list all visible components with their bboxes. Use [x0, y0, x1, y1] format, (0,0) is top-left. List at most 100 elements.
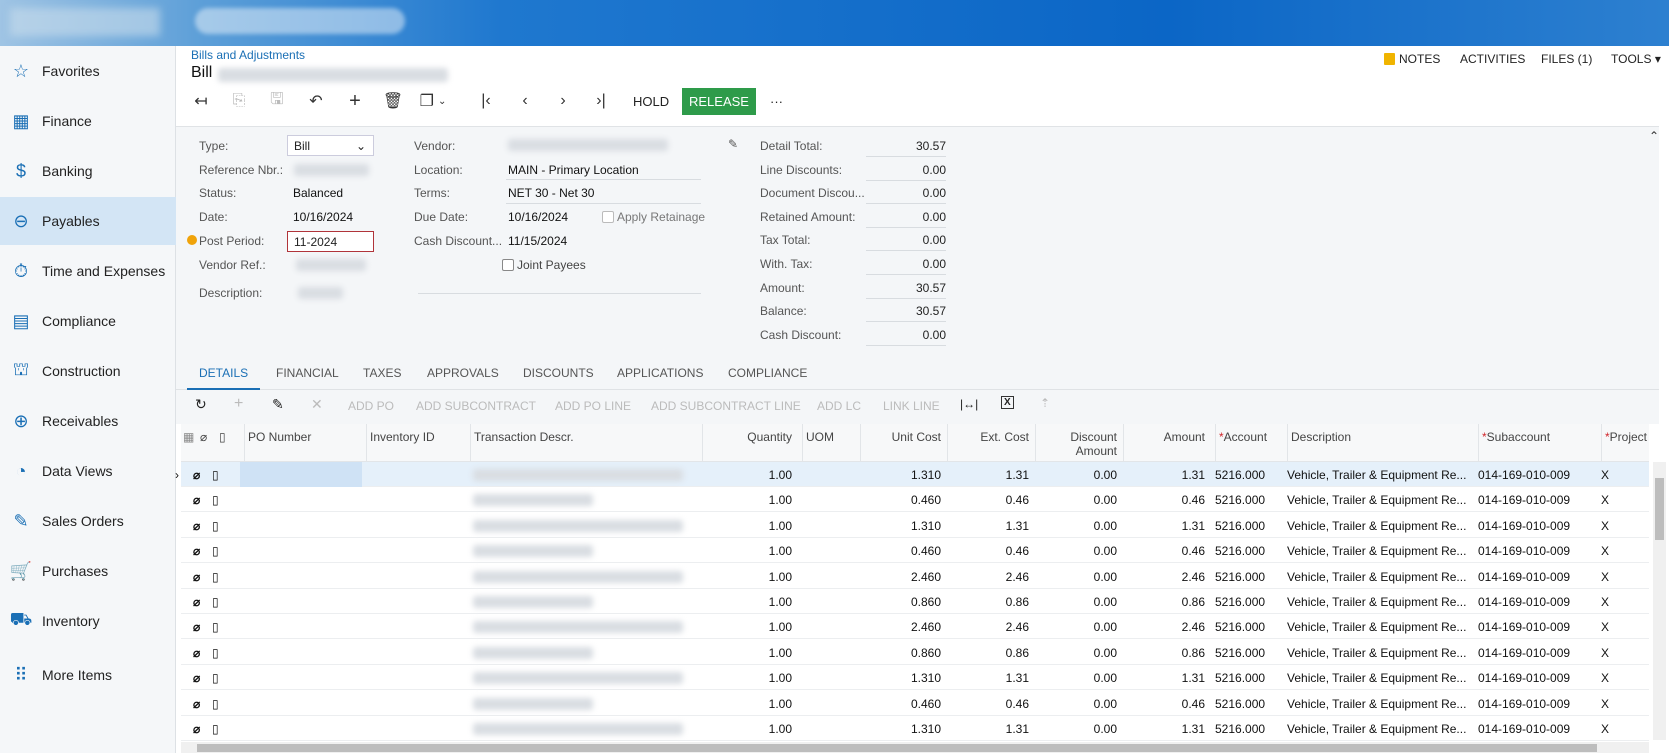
cell-amount[interactable]: 1.31	[1127, 519, 1205, 533]
add-row-icon[interactable]: +	[234, 395, 243, 413]
cell-unit-cost[interactable]: 0.460	[864, 493, 941, 507]
cell-description[interactable]: Vehicle, Trailer & Equipment Re...	[1287, 519, 1468, 533]
paperclip-icon[interactable]: ⌀	[193, 595, 200, 609]
cell-discount-amount[interactable]: 0.00	[1039, 646, 1117, 660]
cell-ext-cost[interactable]: 1.31	[951, 671, 1029, 685]
cell-quantity[interactable]: 1.00	[706, 595, 792, 609]
save-icon[interactable]: 🖫	[266, 90, 288, 112]
cell-unit-cost[interactable]: 1.310	[864, 468, 941, 482]
delete-icon[interactable]: 🗑	[382, 90, 404, 112]
note-icon[interactable]: ▯	[212, 646, 219, 660]
table-row[interactable]: ⌀ ▯ 1.00 0.460 0.46 0.00 0.46 5216.000 Vehicle, …	[181, 487, 1649, 513]
cell-account[interactable]: 5216.000	[1215, 493, 1277, 507]
note-icon[interactable]: ▯	[212, 519, 219, 533]
activities-button[interactable]: ACTIVITIES	[1460, 52, 1525, 66]
cell-unit-cost[interactable]: 0.460	[864, 697, 941, 711]
column-header-inventory-id[interactable]: Inventory ID	[366, 424, 464, 462]
note-icon[interactable]: ▯	[212, 722, 219, 736]
note-icon[interactable]: ▯	[212, 595, 219, 609]
horizontal-scrollbar[interactable]	[181, 742, 1649, 753]
cell-account[interactable]: 5216.000	[1215, 544, 1277, 558]
location-field[interactable]: MAIN - Primary Location	[508, 163, 639, 177]
cell-subaccount[interactable]: 014-169-010-009	[1478, 620, 1591, 634]
cell-project[interactable]: X	[1601, 620, 1644, 634]
cell-discount-amount[interactable]: 0.00	[1039, 697, 1117, 711]
tab-discounts[interactable]: DISCOUNTS	[523, 366, 594, 380]
cell-discount-amount[interactable]: 0.00	[1039, 722, 1117, 736]
table-row[interactable]: ⌀ ▯ 1.00 1.310 1.31 0.00 1.31 5216.000 Vehicle, …	[181, 716, 1649, 741]
note-icon[interactable]: ▯	[212, 570, 219, 584]
cell-description[interactable]: Vehicle, Trailer & Equipment Re...	[1287, 671, 1468, 685]
tab-details[interactable]: DETAILS	[186, 366, 261, 391]
sidebar-item-sales-orders[interactable]: ✎ Sales Orders	[0, 497, 176, 545]
cell-project[interactable]: X	[1601, 544, 1644, 558]
export-excel-icon[interactable]: X	[1001, 396, 1014, 409]
cell-ext-cost[interactable]: 0.86	[951, 646, 1029, 660]
cell-unit-cost[interactable]: 2.460	[864, 570, 941, 584]
sidebar-item-payables[interactable]: ⊖ Payables	[0, 197, 176, 245]
table-row[interactable]: ⌀ ▯ 1.00 2.460 2.46 0.00 2.46 5216.000 Vehicle, …	[181, 563, 1649, 589]
cell-description[interactable]: Vehicle, Trailer & Equipment Re...	[1287, 544, 1468, 558]
table-row[interactable]: ⌀ ▯ 1.00 1.310 1.31 0.00 1.31 5216.000 Vehicle, …	[181, 512, 1649, 538]
cell-description[interactable]: Vehicle, Trailer & Equipment Re...	[1287, 468, 1468, 482]
back-icon[interactable]: ↤	[190, 90, 212, 112]
paperclip-icon[interactable]: ⌀	[193, 646, 200, 660]
logo[interactable]	[10, 8, 160, 36]
cell-quantity[interactable]: 1.00	[706, 468, 792, 482]
upload-icon[interactable]: ⇡	[1040, 396, 1050, 410]
cell-project[interactable]: X	[1601, 646, 1644, 660]
cell-unit-cost[interactable]: 1.310	[864, 671, 941, 685]
paperclip-icon[interactable]: ⌀	[193, 519, 200, 533]
cell-project[interactable]: X	[1601, 493, 1644, 507]
cell-project[interactable]: X	[1601, 697, 1644, 711]
cell-unit-cost[interactable]: 1.310	[864, 519, 941, 533]
cell-unit-cost[interactable]: 0.860	[864, 646, 941, 660]
sidebar-item-construction[interactable]: ⛫ Construction	[0, 347, 176, 395]
sidebar-item-favorites[interactable]: ☆ Favorites	[0, 47, 176, 95]
collapse-icon[interactable]: ⌃	[1649, 129, 1659, 143]
cell-quantity[interactable]: 1.00	[706, 646, 792, 660]
post-period-field[interactable]: 11-2024	[287, 231, 374, 252]
files-button[interactable]: FILES (1)	[1541, 52, 1592, 66]
table-row[interactable]: ⌀ ▯ 1.00 0.860 0.86 0.00 0.86 5216.000 Vehicle, …	[181, 639, 1649, 665]
sidebar-item-banking[interactable]: $ Banking	[0, 147, 176, 195]
add-po-line-button[interactable]: ADD PO LINE	[555, 399, 631, 413]
cell-discount-amount[interactable]: 0.00	[1039, 519, 1117, 533]
cell-ext-cost[interactable]: 1.31	[951, 468, 1029, 482]
cash-discount-date-field[interactable]: 11/15/2024	[508, 234, 567, 248]
add-subcontract-line-button[interactable]: ADD SUBCONTRACT LINE	[651, 399, 801, 413]
cell-ext-cost[interactable]: 0.86	[951, 595, 1029, 609]
tools-menu[interactable]: TOOLS ▾	[1611, 52, 1661, 66]
cell-discount-amount[interactable]: 0.00	[1039, 468, 1117, 482]
cell-account[interactable]: 5216.000	[1215, 722, 1277, 736]
table-row[interactable]: ⌀ ▯ 1.00 0.460 0.46 0.00 0.46 5216.000 Vehicle, …	[181, 538, 1649, 564]
vertical-scrollbar[interactable]	[1653, 462, 1666, 740]
cell-subaccount[interactable]: 014-169-010-009	[1478, 671, 1591, 685]
sidebar-item-compliance[interactable]: ▤ Compliance	[0, 297, 176, 345]
cell-project[interactable]: X	[1601, 722, 1644, 736]
table-row[interactable]: ⌀ ▯ 1.00 0.860 0.86 0.00 0.86 5216.000 Vehicle, …	[181, 589, 1649, 614]
cell-description[interactable]: Vehicle, Trailer & Equipment Re...	[1287, 697, 1468, 711]
edit-icon[interactable]: ✎	[272, 396, 284, 413]
type-select[interactable]: Bill ⌄	[287, 135, 374, 156]
add-po-button[interactable]: ADD PO	[348, 399, 394, 413]
cell-quantity[interactable]: 1.00	[706, 620, 792, 634]
cell-account[interactable]: 5216.000	[1215, 671, 1277, 685]
cell-description[interactable]: Vehicle, Trailer & Equipment Re...	[1287, 620, 1468, 634]
refresh-icon[interactable]: ↻	[195, 396, 207, 413]
cell-description[interactable]: Vehicle, Trailer & Equipment Re...	[1287, 646, 1468, 660]
first-record-icon[interactable]: |‹	[475, 90, 497, 112]
cell-ext-cost[interactable]: 2.46	[951, 570, 1029, 584]
cell-amount[interactable]: 2.46	[1127, 570, 1205, 584]
cell-amount[interactable]: 1.31	[1127, 468, 1205, 482]
column-header-discount-amount[interactable]: Discount Amount	[1035, 424, 1117, 462]
paperclip-icon[interactable]: ⌀	[193, 697, 200, 711]
previous-record-icon[interactable]: ‹	[514, 90, 536, 112]
cell-amount[interactable]: 0.46	[1127, 544, 1205, 558]
paperclip-icon[interactable]: ⌀	[193, 544, 200, 558]
cell-unit-cost[interactable]: 0.460	[864, 544, 941, 558]
cell-quantity[interactable]: 1.00	[706, 722, 792, 736]
paperclip-icon[interactable]: ⌀	[193, 671, 200, 685]
cell-quantity[interactable]: 1.00	[706, 493, 792, 507]
add-lc-button[interactable]: ADD LC	[817, 399, 861, 413]
